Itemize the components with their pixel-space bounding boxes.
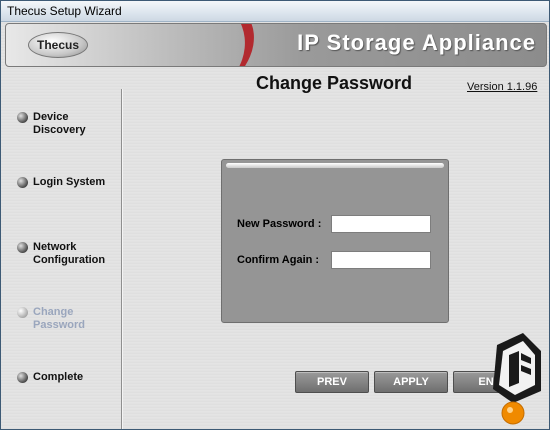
new-password-input[interactable] xyxy=(331,215,431,233)
new-password-label: New Password : xyxy=(237,218,322,230)
confirm-password-input[interactable] xyxy=(331,251,431,269)
step-label: Complete xyxy=(33,371,84,383)
step-bullet-icon xyxy=(17,242,28,253)
version-link[interactable]: Version 1.1.96 xyxy=(467,81,537,93)
step-label: Login System xyxy=(33,176,106,188)
step-bullet-icon xyxy=(17,177,28,188)
watermark-logo-icon xyxy=(493,333,541,425)
step-label: Network Configuration xyxy=(33,241,106,266)
password-panel: New Password : Confirm Again : xyxy=(221,159,449,323)
title-bar[interactable]: Thecus Setup Wizard xyxy=(1,1,549,22)
thecus-logo: Thecus xyxy=(28,32,88,58)
step-bullet-icon xyxy=(17,372,28,383)
step-bullet-icon xyxy=(17,307,28,318)
step-bullet-icon xyxy=(17,112,28,123)
setup-wizard-window: Thecus Setup Wizard Thecus IP Storage Ap… xyxy=(0,0,550,430)
panel-header-bar xyxy=(226,163,444,168)
step-label: Change Password xyxy=(33,306,85,331)
prev-button[interactable]: PREV xyxy=(295,371,369,393)
product-name: IP Storage Appliance xyxy=(297,30,536,55)
swoosh-decoration xyxy=(91,24,271,66)
apply-button[interactable]: APPLY xyxy=(374,371,448,393)
page-title: Change Password xyxy=(256,73,413,93)
window-title: Thecus Setup Wizard xyxy=(7,4,122,18)
step-label: Device Discovery xyxy=(33,111,86,136)
header-banner: Thecus IP Storage Appliance xyxy=(5,23,547,67)
confirm-password-label: Confirm Again : xyxy=(237,254,320,266)
